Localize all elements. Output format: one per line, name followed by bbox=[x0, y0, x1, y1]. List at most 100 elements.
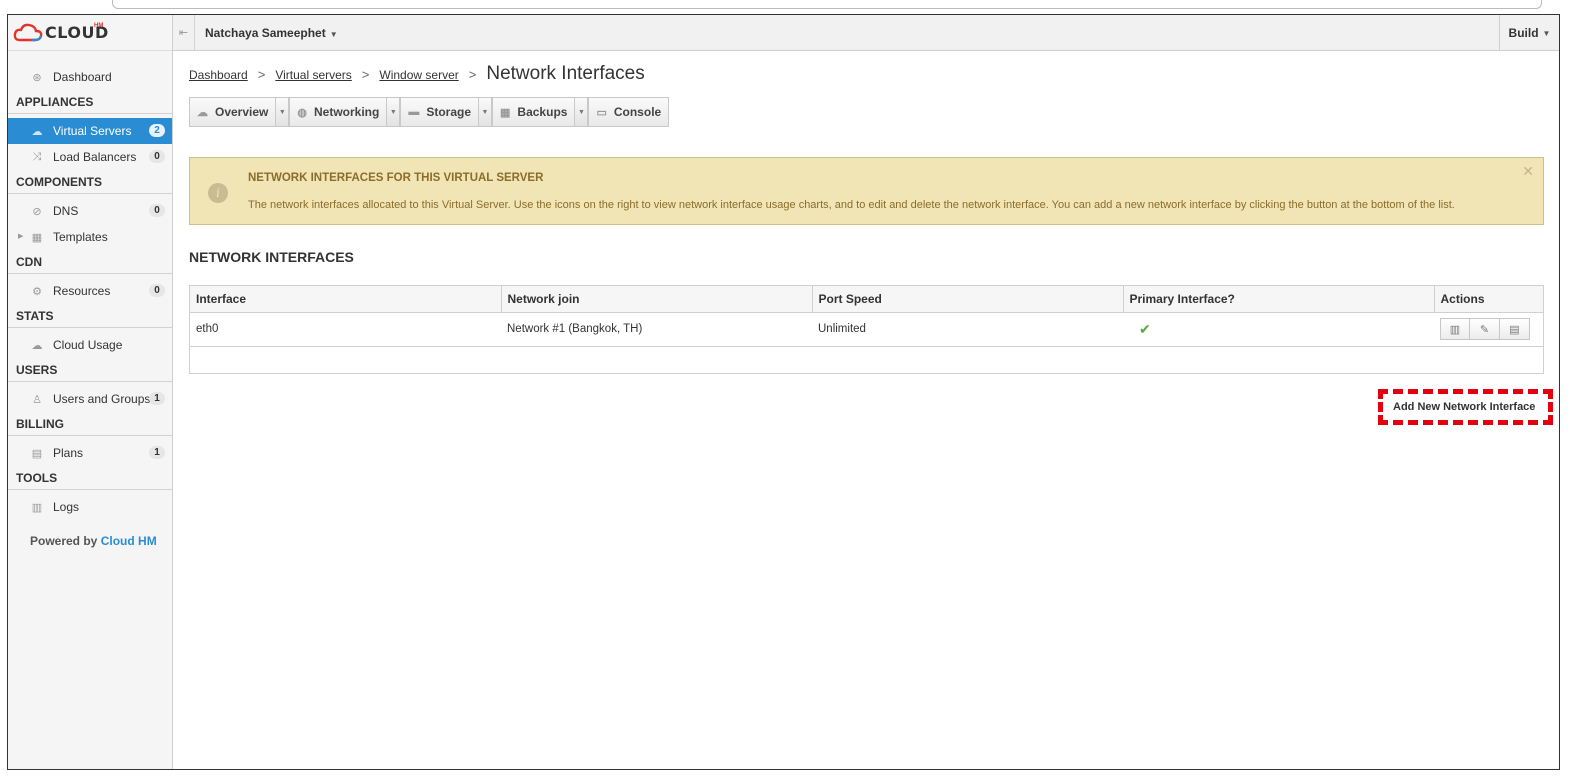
section-heading: NETWORK INTERFACES bbox=[189, 249, 354, 265]
tab-label: Console bbox=[613, 105, 662, 119]
cloud-icon: ☁ bbox=[197, 106, 208, 119]
tab-label: Networking bbox=[313, 105, 380, 119]
dns-icon: ⊘ bbox=[32, 205, 42, 218]
chevron-down-icon: ▼ bbox=[329, 29, 338, 39]
tab-overview-dropdown[interactable]: ▼ bbox=[276, 97, 290, 127]
sidebar-item-resources[interactable]: ⚙ Resources 0 bbox=[8, 278, 172, 304]
users-icon: ♙ bbox=[32, 393, 42, 406]
pencil-icon[interactable]: ✎ bbox=[1470, 318, 1500, 340]
tab-storage[interactable]: ▬ Storage bbox=[400, 97, 480, 127]
breadcrumb: Dashboard > Virtual servers > Window ser… bbox=[189, 63, 645, 85]
sidebar-item-users-and-groups[interactable]: ♙ Users and Groups 1 bbox=[8, 386, 172, 412]
count-badge: 1 bbox=[149, 392, 165, 405]
browser-top-edge bbox=[112, 0, 1542, 9]
close-icon[interactable]: ✕ bbox=[1522, 163, 1534, 180]
table-row: eth0 Network #1 (Bangkok, TH) Unlimited … bbox=[190, 312, 1543, 347]
templates-icon: ▦ bbox=[31, 231, 43, 244]
server-tabs: ☁ Overview ▼ ◍ Networking ▼ ▬ Storage ▼ ▦ Ba… bbox=[189, 97, 670, 127]
powered-by-link[interactable]: Cloud HM bbox=[101, 534, 157, 548]
sidebar-item-dns[interactable]: ⊘ DNS 0 bbox=[8, 198, 172, 224]
tab-console[interactable]: ▭ Console bbox=[588, 97, 670, 127]
tab-networking-dropdown[interactable]: ▼ bbox=[387, 97, 401, 127]
tab-networking[interactable]: ◍ Networking bbox=[289, 97, 388, 127]
cloud-icon: ☁ bbox=[31, 125, 43, 138]
sidebar-item-label: Plans bbox=[53, 446, 84, 460]
sidebar-item-label: Logs bbox=[53, 500, 80, 514]
sidebar-item-dashboard[interactable]: ⊛ Dashboard bbox=[8, 64, 172, 90]
table-header-row: Interface Network join Port Speed Primar… bbox=[190, 286, 1543, 313]
backups-icon: ▦ bbox=[500, 106, 511, 119]
section-users: USERS bbox=[8, 358, 172, 382]
cloud-logo-icon bbox=[13, 23, 43, 41]
sidebar-item-virtual-servers[interactable]: ☁ Virtual Servers 2 bbox=[8, 118, 172, 144]
sidebar-item-label: Cloud Usage bbox=[53, 338, 123, 352]
count-badge: 2 bbox=[149, 124, 165, 137]
sidebar-item-plans[interactable]: ▤ Plans 1 bbox=[8, 440, 172, 466]
tab-backups-dropdown[interactable]: ▼ bbox=[575, 97, 589, 127]
logo[interactable]: CLOUD HM bbox=[8, 15, 172, 51]
count-badge: 0 bbox=[149, 284, 165, 297]
dashboard-icon: ⊛ bbox=[32, 71, 42, 84]
column-header: Interface bbox=[190, 286, 501, 313]
section-billing: BILLING bbox=[8, 412, 172, 436]
cell-network-join: Network #1 (Bangkok, TH) bbox=[501, 312, 812, 347]
sidebar-item-templates[interactable]: ▶ ▦ Templates bbox=[8, 224, 172, 250]
section-appliances: APPLIANCES bbox=[8, 90, 172, 114]
sidebar-item-load-balancers[interactable]: ⤨ Load Balancers 0 bbox=[8, 144, 172, 170]
plans-icon: ▤ bbox=[31, 447, 43, 460]
column-header: Actions bbox=[1433, 286, 1543, 313]
tab-label: Overview bbox=[215, 105, 269, 119]
shuffle-icon: ⤨ bbox=[32, 150, 42, 163]
chart-icon[interactable]: ▥ bbox=[1440, 318, 1470, 340]
cell-primary: ✔ bbox=[1123, 312, 1434, 347]
build-label: Build bbox=[1508, 26, 1539, 40]
info-icon: i bbox=[208, 183, 228, 203]
powered-by: Powered by Cloud HM bbox=[8, 534, 172, 548]
tab-overview[interactable]: ☁ Overview bbox=[189, 97, 277, 127]
sidebar-item-label: Users and Groups bbox=[53, 392, 151, 406]
cell-actions: ▥ ✎ ▤ bbox=[1434, 312, 1543, 347]
trash-icon[interactable]: ▤ bbox=[1500, 318, 1530, 340]
check-icon: ✔ bbox=[1139, 320, 1151, 337]
section-tools: TOOLS bbox=[8, 466, 172, 490]
page-title: Network Interfaces bbox=[486, 63, 645, 84]
tab-storage-dropdown[interactable]: ▼ bbox=[479, 97, 493, 127]
user-name: Natchaya Sameephet bbox=[205, 25, 326, 40]
breadcrumb-separator: > bbox=[257, 67, 266, 82]
notice-title: NETWORK INTERFACES FOR THIS VIRTUAL SERV… bbox=[248, 172, 544, 184]
add-network-interface-button[interactable]: Add New Network Interface bbox=[1388, 396, 1541, 418]
sidebar-item-cloud-usage[interactable]: ☁ Cloud Usage bbox=[8, 332, 172, 358]
collapse-sidebar-icon[interactable]: ⇤ bbox=[173, 14, 195, 51]
logo-superscript: HM bbox=[94, 23, 104, 29]
sidebar-item-label: Load Balancers bbox=[53, 150, 137, 164]
section-stats: STATS bbox=[8, 304, 172, 328]
breadcrumb-separator: > bbox=[468, 67, 477, 82]
breadcrumb-virtual-servers[interactable]: Virtual servers bbox=[275, 68, 351, 82]
sidebar-item-label: Dashboard bbox=[53, 70, 112, 84]
column-header: Primary Interface? bbox=[1122, 286, 1434, 313]
sidebar-item-label: Resources bbox=[53, 284, 111, 298]
user-menu[interactable]: Natchaya Sameephet ▼ bbox=[195, 26, 338, 40]
count-badge: 0 bbox=[149, 150, 165, 163]
notice-body: The network interfaces allocated to this… bbox=[248, 199, 1455, 211]
breadcrumb-window-server[interactable]: Window server bbox=[379, 68, 458, 82]
breadcrumb-dashboard[interactable]: Dashboard bbox=[189, 68, 248, 82]
count-badge: 0 bbox=[149, 204, 165, 217]
app-frame: CLOUD HM ⊛ Dashboard APPLIANCES ☁ Virtua… bbox=[7, 14, 1560, 770]
sidebar-item-logs[interactable]: ▥ Logs bbox=[8, 494, 172, 520]
expand-arrow-icon[interactable]: ▶ bbox=[18, 232, 23, 240]
highlight-outline: Add New Network Interface bbox=[1378, 389, 1553, 425]
sidebar-item-label: Templates bbox=[53, 230, 108, 244]
tab-label: Backups bbox=[517, 105, 568, 119]
info-notice: i NETWORK INTERFACES FOR THIS VIRTUAL SE… bbox=[189, 157, 1544, 225]
disk-icon: ▬ bbox=[408, 106, 420, 118]
cell-interface: eth0 bbox=[190, 312, 501, 347]
cloud-usage-icon: ☁ bbox=[31, 339, 43, 352]
build-menu-button[interactable]: Build ▼ bbox=[1499, 15, 1559, 51]
tab-backups[interactable]: ▦ Backups bbox=[492, 97, 576, 127]
globe-icon: ◍ bbox=[297, 106, 307, 119]
sidebar-item-label: DNS bbox=[53, 204, 79, 218]
cell-port-speed: Unlimited bbox=[812, 312, 1123, 347]
column-header: Network join bbox=[500, 286, 812, 313]
row-actions: ▥ ✎ ▤ bbox=[1440, 318, 1542, 340]
